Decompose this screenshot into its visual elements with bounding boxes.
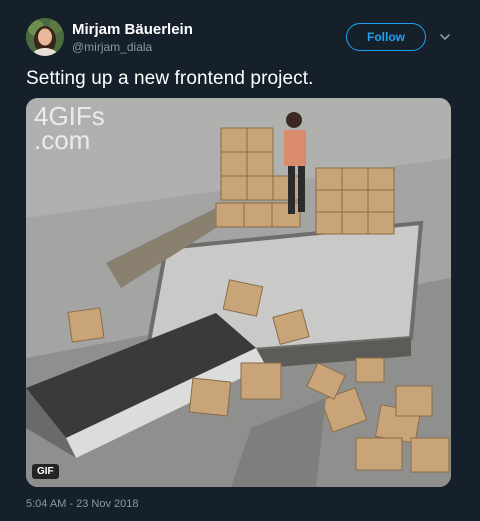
tweet-timestamp[interactable]: 5:04 AM - 23 Nov 2018 <box>26 498 139 510</box>
avatar-image <box>26 18 64 56</box>
user-handle[interactable]: @mirjam_diala <box>72 40 152 54</box>
watermark-line-2: .com <box>34 125 91 155</box>
gif-frame <box>26 98 451 487</box>
gif-watermark: 4GIFs .com <box>34 103 105 155</box>
chevron-down-icon[interactable] <box>438 30 452 44</box>
gif-badge: GIF <box>32 464 59 479</box>
avatar[interactable] <box>26 18 64 56</box>
tweet-text: Setting up a new frontend project. <box>26 68 314 89</box>
follow-button[interactable]: Follow <box>346 23 426 51</box>
tweet-card: Mirjam Bäuerlein @mirjam_diala Follow Se… <box>0 0 480 521</box>
tweet-media-gif[interactable]: 4GIFs .com GIF <box>26 98 451 487</box>
display-name[interactable]: Mirjam Bäuerlein <box>72 21 193 38</box>
